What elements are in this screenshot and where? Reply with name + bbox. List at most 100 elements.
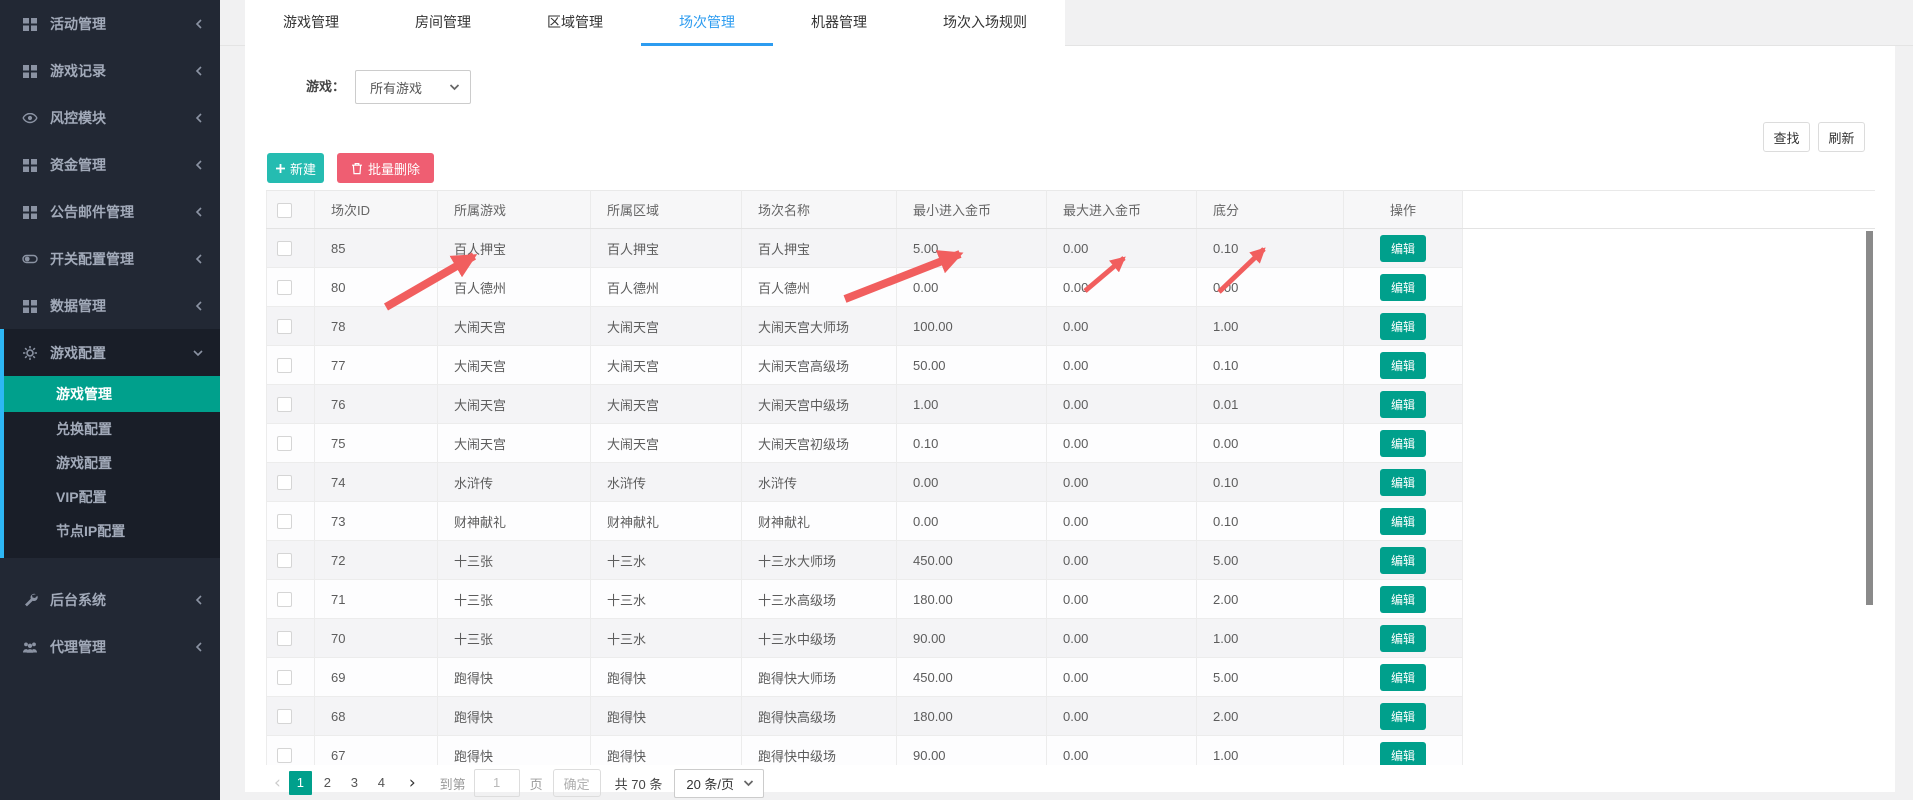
sidebar-item-switch-config-management[interactable]: 开关配置管理 <box>0 235 220 282</box>
cell-session-name: 跑得快高级场 <box>742 697 897 736</box>
row-checkbox[interactable] <box>277 670 292 685</box>
tab-room-management[interactable]: 房间管理 <box>377 0 509 46</box>
edit-button[interactable]: 编辑 <box>1380 352 1426 379</box>
new-button[interactable]: 新建 <box>267 153 324 183</box>
page-number-3[interactable]: 3 <box>343 771 366 795</box>
confirm-button[interactable]: 确定 <box>553 769 601 797</box>
sidebar-subitem-game-config[interactable]: 游戏配置 <box>4 446 220 480</box>
cell-session-name: 大闹天宫初级场 <box>742 424 897 463</box>
row-checkbox[interactable] <box>277 319 292 334</box>
cell-game: 大闹天宫 <box>438 424 591 463</box>
cell-min-coins: 50.00 <box>897 346 1047 385</box>
sidebar-item-label: 游戏记录 <box>50 61 106 81</box>
page-number-4[interactable]: 4 <box>370 771 393 795</box>
sidebar-item-risk-control[interactable]: 风控模块 <box>0 94 220 141</box>
tab-session-management[interactable]: 场次管理 <box>641 0 773 46</box>
column-actions: 操作 <box>1344 191 1463 229</box>
filler-cell <box>1463 736 1876 766</box>
per-page-select[interactable]: 20 条/页 <box>674 769 764 798</box>
refresh-button[interactable]: 刷新 <box>1818 122 1865 152</box>
row-checkbox[interactable] <box>277 553 292 568</box>
row-checkbox[interactable] <box>277 436 292 451</box>
goto-page-input[interactable]: 1 <box>474 769 520 797</box>
vertical-scrollbar[interactable] <box>1866 231 1873 605</box>
cell-base-score: 5.00 <box>1197 541 1344 580</box>
row-checkbox[interactable] <box>277 748 292 763</box>
table-row: 75 大闹天宫 大闹天宫 大闹天宫初级场 0.10 0.00 0.00 编辑 <box>267 424 1876 463</box>
row-checkbox[interactable] <box>277 592 292 607</box>
sidebar-subitem-vip-config[interactable]: VIP配置 <box>4 480 220 514</box>
cell-game: 百人德州 <box>438 268 591 307</box>
filler-cell <box>1463 502 1876 541</box>
tab-machine-management[interactable]: 机器管理 <box>773 0 905 46</box>
edit-button[interactable]: 编辑 <box>1380 742 1426 766</box>
edit-button[interactable]: 编辑 <box>1380 547 1426 574</box>
cell-base-score: 0.00 <box>1197 424 1344 463</box>
row-checkbox[interactable] <box>277 709 292 724</box>
sidebar-item-agent-management[interactable]: 代理管理 <box>0 623 220 670</box>
cell-max-coins: 0.00 <box>1047 658 1197 697</box>
edit-button[interactable]: 编辑 <box>1380 469 1426 496</box>
edit-button[interactable]: 编辑 <box>1380 625 1426 652</box>
row-checkbox[interactable] <box>277 631 292 646</box>
sidebar-subitem-game-management[interactable]: 游戏管理 <box>4 376 220 412</box>
sidebar-subitem-node-ip-config[interactable]: 节点IP配置 <box>4 514 220 548</box>
table-row: 70 十三张 十三水 十三水中级场 90.00 0.00 1.00 编辑 <box>267 619 1876 658</box>
cell-max-coins: 0.00 <box>1047 346 1197 385</box>
game-filter-select[interactable]: 所有游戏 <box>355 70 471 104</box>
cell-session-id: 69 <box>315 658 438 697</box>
row-checkbox[interactable] <box>277 397 292 412</box>
previous-page-icon[interactable]: ‹ <box>268 773 287 793</box>
tab-game-management[interactable]: 游戏管理 <box>245 0 377 46</box>
cell-session-name: 财神献礼 <box>742 502 897 541</box>
edit-button[interactable]: 编辑 <box>1380 586 1426 613</box>
grid-icon <box>22 157 38 173</box>
cell-session-name: 大闹天宫高级场 <box>742 346 897 385</box>
row-checkbox[interactable] <box>277 358 292 373</box>
pagination: ‹ 1234 › 到第 1 页 确定 共 70 条 20 条/页 <box>266 768 764 798</box>
batch-delete-button[interactable]: 批量删除 <box>337 153 434 183</box>
page-number-2[interactable]: 2 <box>316 771 339 795</box>
sidebar-item-label: 开关配置管理 <box>50 249 134 269</box>
row-checkbox[interactable] <box>277 280 292 295</box>
chevron-left-icon <box>194 18 204 30</box>
per-page-value: 20 条/页 <box>686 774 734 793</box>
edit-button[interactable]: 编辑 <box>1380 391 1426 418</box>
chevron-down-icon <box>449 83 460 91</box>
edit-button[interactable]: 编辑 <box>1380 508 1426 535</box>
chevron-left-icon <box>194 206 204 218</box>
sidebar-item-announcement-mail-management[interactable]: 公告邮件管理 <box>0 188 220 235</box>
edit-button[interactable]: 编辑 <box>1380 235 1426 262</box>
page-number-1[interactable]: 1 <box>289 771 312 795</box>
cell-area: 十三水 <box>591 541 742 580</box>
select-all-checkbox[interactable] <box>277 203 292 218</box>
row-checkbox[interactable] <box>277 514 292 529</box>
edit-button[interactable]: 编辑 <box>1380 313 1426 340</box>
sidebar-subitem-exchange-config[interactable]: 兑换配置 <box>4 412 220 446</box>
sidebar-item-activity-management[interactable]: 活动管理 <box>0 0 220 47</box>
next-page-icon[interactable]: › <box>403 773 422 793</box>
edit-button[interactable]: 编辑 <box>1380 703 1426 730</box>
main-panel: 游戏： 所有游戏 查找 刷新 新建 批量删除 场次ID 所属游戏 所属区域 <box>245 46 1895 792</box>
cell-area: 大闹天宫 <box>591 424 742 463</box>
row-checkbox[interactable] <box>277 241 292 256</box>
cell-base-score: 0.00 <box>1197 268 1344 307</box>
tab-area-management[interactable]: 区域管理 <box>509 0 641 46</box>
edit-button[interactable]: 编辑 <box>1380 430 1426 457</box>
cell-max-coins: 0.00 <box>1047 619 1197 658</box>
tab-session-entry-rules[interactable]: 场次入场规则 <box>905 0 1065 46</box>
row-checkbox[interactable] <box>277 475 292 490</box>
sidebar-item-data-management[interactable]: 数据管理 <box>0 282 220 329</box>
find-button[interactable]: 查找 <box>1763 122 1810 152</box>
edit-button[interactable]: 编辑 <box>1380 274 1426 301</box>
sidebar-item-game-records[interactable]: 游戏记录 <box>0 47 220 94</box>
edit-button[interactable]: 编辑 <box>1380 664 1426 691</box>
cell-max-coins: 0.00 <box>1047 580 1197 619</box>
users-icon <box>22 639 38 655</box>
sidebar-item-game-config[interactable]: 游戏配置 <box>4 329 220 376</box>
cell-area: 大闹天宫 <box>591 346 742 385</box>
total-count-label: 共 70 条 <box>615 774 663 793</box>
sidebar-item-funds-management[interactable]: 资金管理 <box>0 141 220 188</box>
cell-session-id: 76 <box>315 385 438 424</box>
sidebar-item-backend-system[interactable]: 后台系统 <box>0 576 220 623</box>
